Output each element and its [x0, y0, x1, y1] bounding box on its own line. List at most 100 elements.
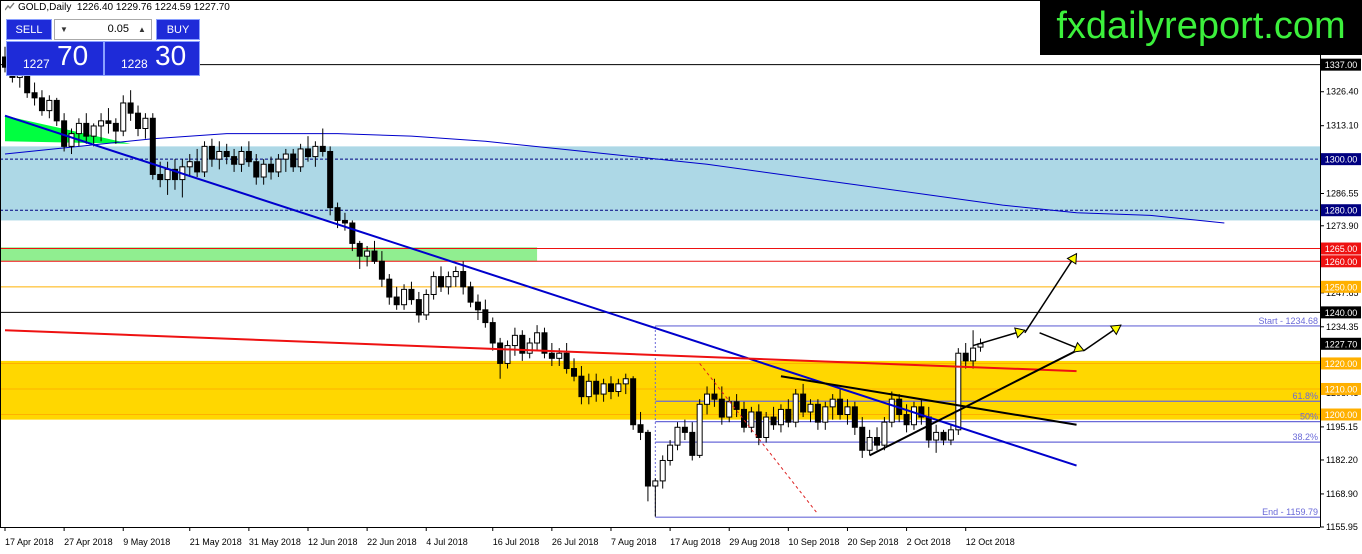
candle-body-bull: [704, 393, 711, 405]
candle-body-bear: [319, 145, 326, 152]
candle: [408, 281, 415, 305]
price-label-text: 1260.00: [1325, 257, 1358, 267]
candle: [534, 325, 541, 351]
candle: [38, 90, 45, 116]
candle-body-bear: [290, 153, 297, 168]
y-tick-label: 1155.95: [1326, 522, 1358, 532]
candle-body-bear: [253, 161, 260, 178]
brand-watermark: fxdailyreport.com: [1040, 0, 1362, 55]
candle-body-bull: [297, 148, 304, 168]
candle-body-bear: [304, 148, 311, 158]
ask-price-small: 1228: [121, 57, 148, 71]
candle: [519, 330, 526, 361]
y-tick-label: 1286.55: [1326, 188, 1359, 198]
chart-frame: [0, 0, 1362, 554]
candle-body-bull: [696, 403, 703, 456]
candle-body-bull: [46, 99, 53, 112]
candle-body-bear: [489, 322, 496, 344]
candle: [674, 422, 681, 451]
candle-body-bear: [135, 112, 142, 130]
candle: [386, 274, 393, 305]
candle-body-bull: [120, 102, 127, 132]
x-tick-label: 26 Jul 2018: [552, 537, 599, 547]
candle: [438, 266, 445, 292]
candle-body-bull: [829, 398, 836, 408]
candle-body-bull: [933, 431, 940, 441]
x-tick-label: 31 May 2018: [249, 537, 301, 547]
candle-body-bull: [881, 421, 888, 446]
ask-price-button[interactable]: 1228 30: [104, 40, 200, 76]
candle-body-bull: [75, 122, 82, 135]
candle: [866, 429, 873, 456]
price-chart[interactable]: Start - 1234.68 61.8% 50% 38.2% End - 1159.7…: [0, 0, 1362, 554]
candle: [112, 118, 119, 144]
candle-body-bear: [327, 150, 334, 209]
x-tick-label: 21 May 2018: [190, 537, 242, 547]
candle-body-bull: [260, 163, 267, 178]
candle-body-bear: [371, 250, 378, 262]
lot-size-input[interactable]: [73, 20, 133, 39]
x-tick-label: 10 Sep 2018: [788, 537, 839, 547]
candle: [201, 141, 208, 178]
price-label-text: 1210.00: [1325, 384, 1358, 394]
price-axis[interactable]: 1326.401313.101286.551273.901247.651234.…: [1320, 58, 1361, 532]
candle-body-bear: [482, 309, 489, 324]
symbol-name: GOLD,Daily: [18, 2, 72, 13]
candle: [881, 417, 888, 451]
candles: [2, 46, 984, 517]
lot-decrease-icon[interactable]: ▼: [57, 20, 71, 39]
buy-button[interactable]: BUY: [156, 19, 200, 40]
price-label-text: 1240.00: [1325, 308, 1358, 318]
time-axis[interactable]: 17 Apr 2018 27 Apr 2018 9 May 2018 21 May 2…: [4, 527, 1015, 547]
candle-body-bull: [430, 276, 437, 295]
plot-border: [0, 0, 1321, 528]
candle: [423, 289, 430, 321]
candle-body-bear: [460, 271, 467, 288]
bid-price-button[interactable]: 1227 70: [6, 40, 104, 76]
projection-arrows: [972, 252, 1122, 353]
green-wedge: [5, 115, 131, 144]
candle: [859, 417, 866, 458]
price-label-text: 1265.00: [1325, 244, 1358, 254]
price-label-text: 1227.70: [1325, 339, 1358, 349]
candle: [445, 271, 452, 295]
candle-body-bear: [349, 222, 356, 244]
candle: [46, 95, 53, 119]
x-tick-label: 29 Aug 2018: [729, 537, 780, 547]
candle-body-bear: [415, 299, 422, 316]
x-tick-label: 17 Aug 2018: [670, 537, 721, 547]
lot-size-stepper[interactable]: ▼ ▲: [54, 19, 152, 40]
candle-body-bear: [837, 398, 844, 416]
candle: [681, 419, 688, 441]
price-label-text: 1337.00: [1325, 60, 1358, 70]
price-label-text: 1250.00: [1325, 282, 1358, 292]
fib-level-label: 38.2%: [1292, 432, 1318, 442]
candle-body-bear: [127, 102, 134, 114]
lot-increase-icon[interactable]: ▲: [135, 20, 149, 39]
price-axis-bg: [1320, 0, 1362, 554]
projection-arrow-shaft: [1024, 253, 1078, 334]
candle-body-bull: [556, 352, 563, 359]
fib-level-label: 61.8%: [1292, 391, 1318, 401]
candle: [955, 348, 962, 435]
candle-body-bear: [438, 276, 445, 288]
candle-body-bear: [341, 219, 348, 224]
sell-button[interactable]: SELL: [6, 19, 52, 40]
candle-body-bear: [940, 431, 947, 441]
candle-body-bull: [844, 406, 851, 416]
candle-body-bear: [112, 122, 119, 132]
candle: [851, 401, 858, 435]
candle: [630, 376, 637, 430]
candle-body-bull: [275, 158, 282, 173]
candle-body-bull: [511, 334, 518, 347]
candle-body-bear: [637, 424, 644, 433]
candle: [135, 105, 142, 137]
candle-body-bull: [674, 426, 681, 446]
candle-body-bull: [401, 288, 408, 306]
candle-body-bull: [98, 120, 105, 127]
candle: [541, 327, 548, 359]
symbol-header: GOLD,Daily 1226.40 1229.76 1224.59 1227.…: [5, 2, 230, 13]
bid-price-small: 1227: [23, 57, 50, 71]
candle-body-bull: [888, 398, 895, 423]
candle: [356, 240, 363, 269]
